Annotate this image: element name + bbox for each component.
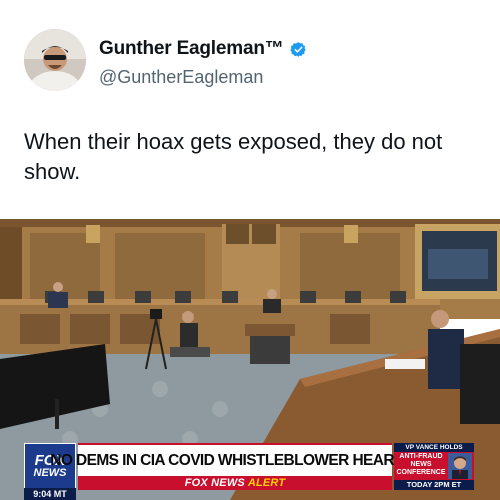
author-handle[interactable]: @GuntherEagleman (99, 67, 263, 88)
alert-text: FOX NEWS ALERT (185, 477, 286, 489)
portrait-image (448, 453, 472, 479)
tweet-header: Gunther Eagleman™ @GuntherEagleman (24, 29, 484, 95)
tweet-text: When their hoax gets exposed, they do no… (24, 129, 443, 184)
promo-top: VP VANCE HOLDS (394, 443, 474, 452)
alert-prefix: FOX NEWS (184, 477, 245, 489)
promo-main: ANTI-FRAUD NEWS CONFERENCE (396, 453, 446, 476)
author-display-name[interactable]: Gunther Eagleman™ (99, 38, 284, 60)
avatar-photo (24, 29, 86, 91)
promo-bottom: TODAY 2PM ET (394, 480, 474, 490)
chyron-headline: NO DEMS IN CIA COVID WHISTLEBLOWER HEARI… (50, 451, 420, 469)
verified-badge-icon (289, 41, 306, 57)
alert-suffix: ALERT (247, 477, 286, 489)
chyron-headline-bar: NO DEMS IN CIA COVID WHISTLEBLOWER HEARI… (50, 443, 420, 476)
broadcast-time: 9:04 MT (24, 488, 76, 500)
chyron-alert-bar: FOX NEWS ALERT (78, 476, 392, 490)
promo-portrait (448, 453, 472, 479)
promo-box: VP VANCE HOLDS ANTI-FRAUD NEWS CONFERENC… (394, 443, 474, 490)
author-name-row: Gunther Eagleman™ (99, 38, 307, 60)
avatar[interactable] (24, 29, 86, 91)
